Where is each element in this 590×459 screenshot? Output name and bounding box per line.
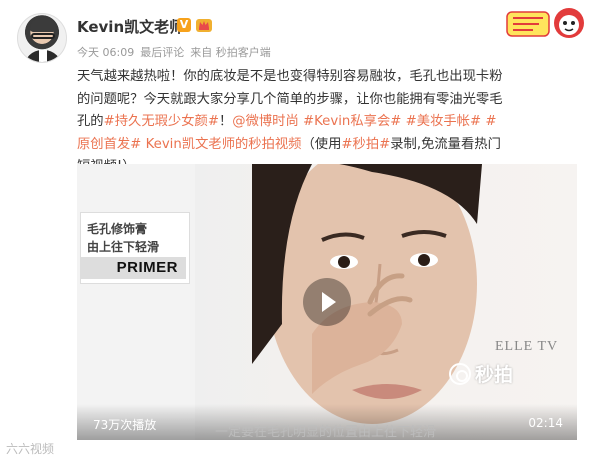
video-player[interactable]: 毛孔修饰膏 由上往下轻滑 PRIMER ELLE TV 秒拍 一定要在毛孔明显的… bbox=[77, 164, 577, 440]
cartoon-sticker-icon bbox=[506, 8, 584, 38]
post-tag-link[interactable]: #秒拍# bbox=[341, 137, 390, 152]
site-watermark: 六六视频 bbox=[6, 442, 55, 456]
last-comment-link[interactable]: 最后评论 bbox=[140, 46, 184, 59]
post-tag-link[interactable]: #Kevin私享会# bbox=[303, 114, 401, 129]
miaopai-watermark-text: 秒拍 bbox=[475, 364, 514, 386]
post-source-link[interactable]: 来自 秒拍客户端 bbox=[190, 46, 271, 59]
post-text-segment: ！ bbox=[218, 114, 233, 129]
caption-subtitle: 由上往下轻滑 bbox=[87, 240, 160, 254]
crown-icon bbox=[196, 19, 212, 32]
post-text-segment: （使用 bbox=[301, 136, 342, 152]
post-tag-link[interactable]: @微博时尚 bbox=[232, 114, 298, 129]
post-time-link[interactable]: 今天 06:09 bbox=[77, 46, 134, 59]
play-count: 73万次播放 bbox=[93, 418, 157, 432]
play-button[interactable] bbox=[303, 278, 351, 326]
miaopai-logo-icon bbox=[449, 362, 471, 385]
caption-title: 毛孔修饰膏 bbox=[87, 222, 148, 236]
primer-label: PRIMER bbox=[80, 257, 186, 279]
miaopai-watermark: 秒拍 bbox=[449, 360, 513, 387]
verified-badge-icon: V bbox=[177, 18, 191, 32]
post-tag-link[interactable]: #持久无瑕少女颜# bbox=[104, 114, 219, 129]
post-tag-link[interactable]: #美妆手帐# bbox=[406, 114, 481, 129]
avatar-shirt bbox=[39, 50, 47, 62]
post-text: 天气越来越热啦！你的底妆是不是也变得特别容易融妆，毛孔也出现卡粉的问题呢？今天就… bbox=[77, 66, 505, 179]
avatar-hair bbox=[30, 18, 56, 32]
user-avatar[interactable] bbox=[17, 13, 67, 63]
video-subtitle: 一定要在毛孔明显的位置由上往下轻滑 bbox=[215, 425, 437, 440]
post-tag-link[interactable]: Kevin凯文老师的秒拍视频 bbox=[146, 137, 302, 152]
username-link[interactable]: Kevin凯文老师 bbox=[77, 16, 184, 37]
post-meta: 今天 06:09 最后评论 来自 秒拍客户端 bbox=[77, 44, 277, 60]
video-left-panel bbox=[77, 164, 195, 440]
avatar-glasses bbox=[31, 33, 55, 39]
elle-tv-watermark: ELLE TV bbox=[495, 339, 559, 354]
video-duration: 02:14 bbox=[528, 416, 563, 430]
video-frame-face bbox=[252, 164, 482, 424]
